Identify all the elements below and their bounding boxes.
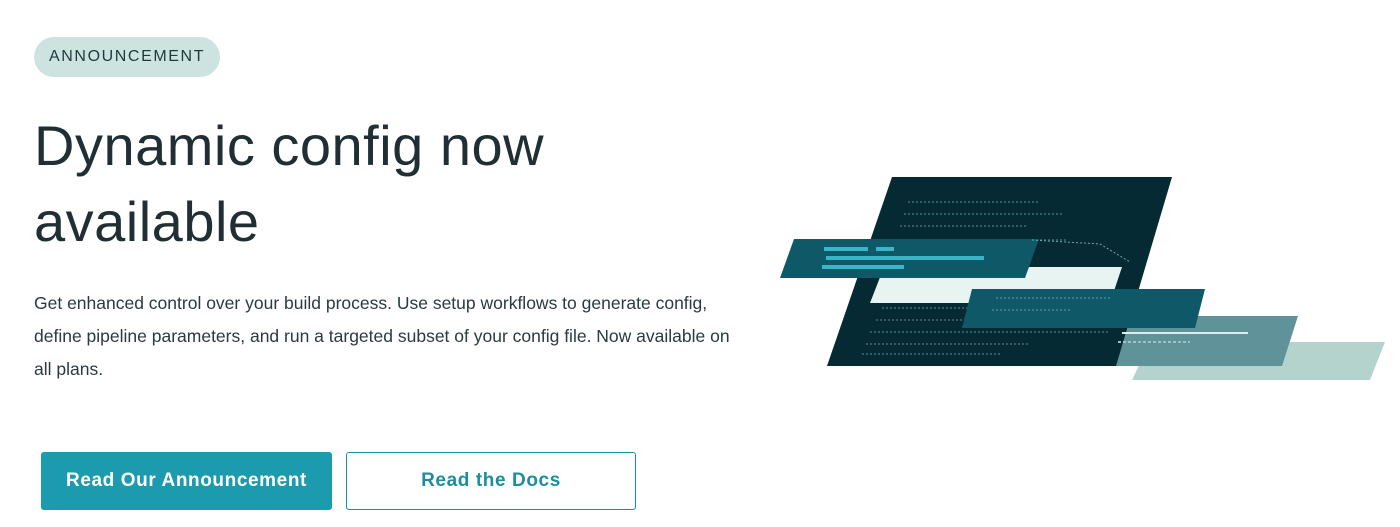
page-title: Dynamic config now available	[34, 108, 734, 260]
config-editor-illustration-icon	[780, 177, 1385, 380]
right-code-panel	[962, 289, 1205, 328]
read-docs-button[interactable]: Read the Docs	[346, 452, 636, 510]
read-announcement-button[interactable]: Read Our Announcement	[41, 452, 332, 510]
announcement-badge: ANNOUNCEMENT	[34, 37, 221, 77]
announcement-hero: ANNOUNCEMENT Dynamic config now available…	[0, 0, 1400, 527]
title-line-2: available	[34, 190, 260, 253]
hero-description: Get enhanced control over your build pro…	[34, 293, 730, 379]
title-line-1: Dynamic config now	[34, 114, 545, 177]
